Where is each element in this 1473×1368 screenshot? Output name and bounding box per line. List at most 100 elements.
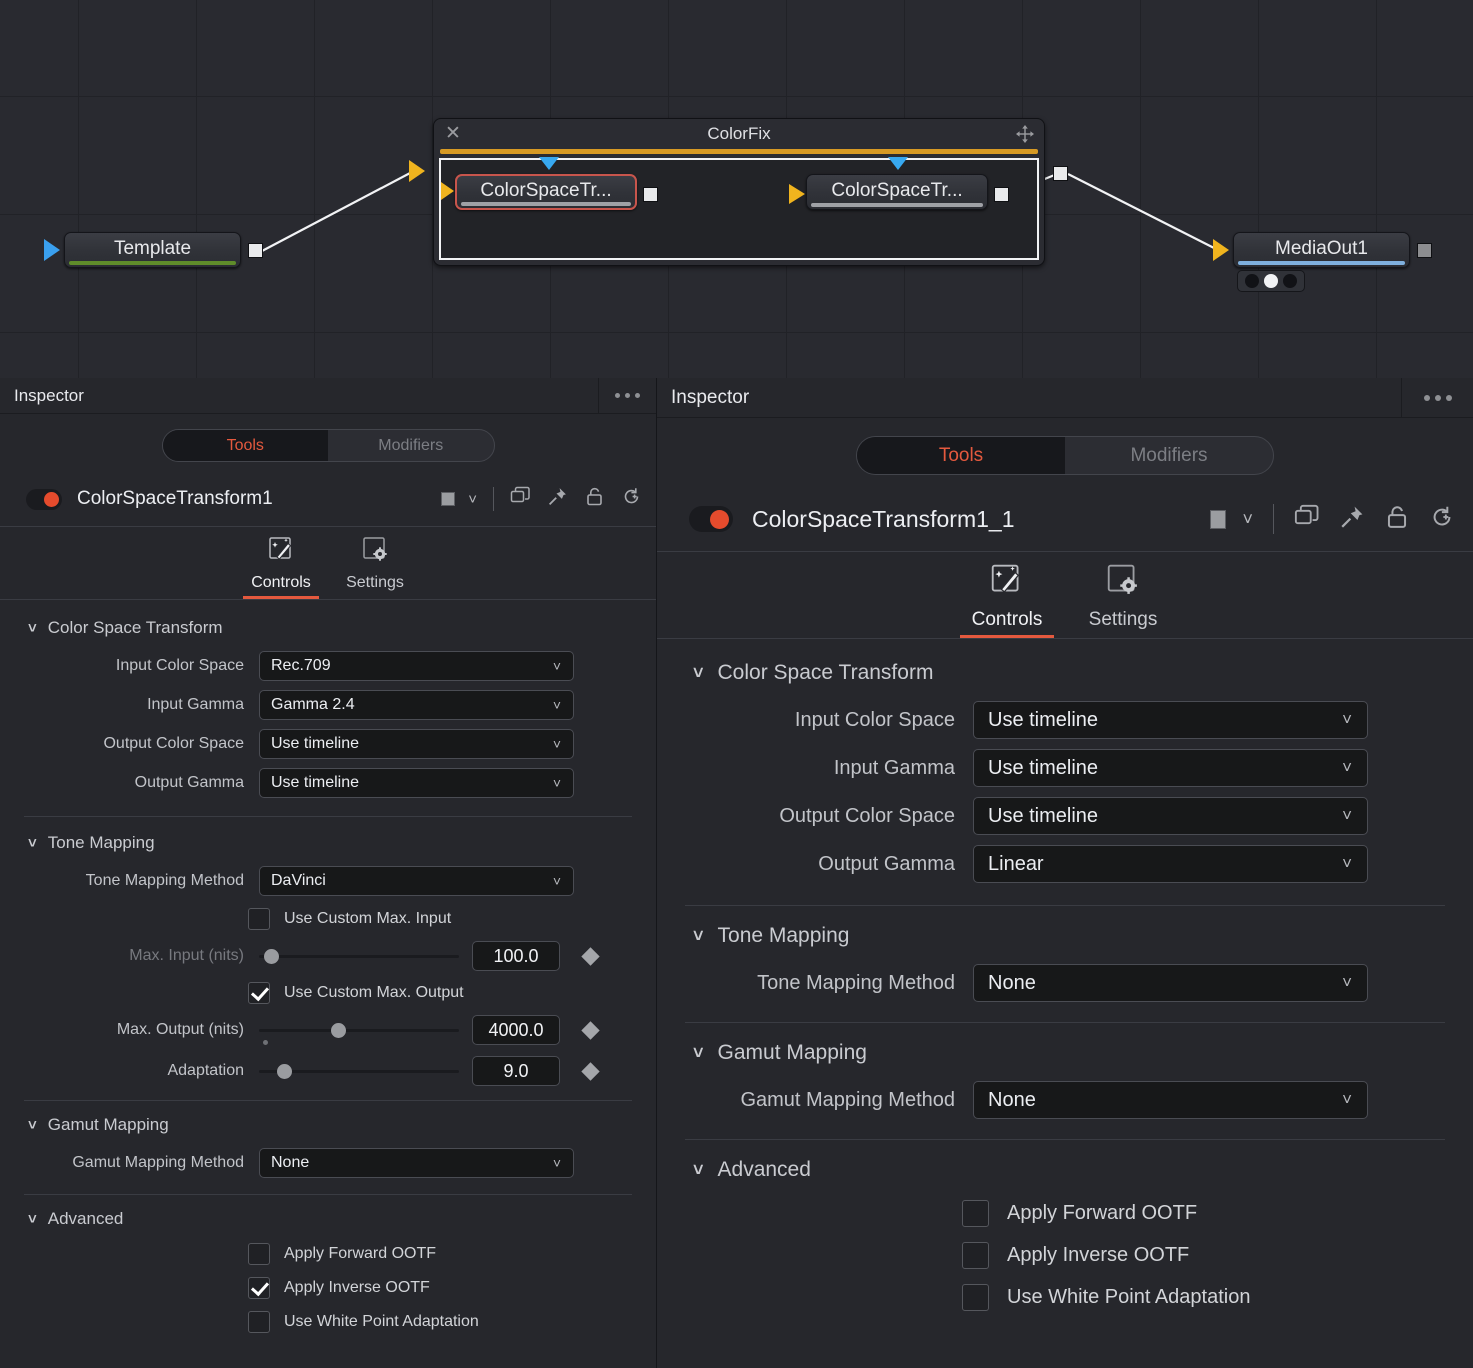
node-colorspacetransform-1[interactable]: ColorSpaceTr... bbox=[455, 174, 637, 210]
mediaout-input-arrow[interactable] bbox=[1213, 239, 1229, 261]
output-color-space-dropdown[interactable]: Use timeline ˅ bbox=[973, 797, 1368, 835]
input-gamma-dropdown[interactable]: Use timeline ˅ bbox=[973, 749, 1368, 787]
node-mediaout1[interactable]: MediaOut1 bbox=[1233, 232, 1410, 268]
slider-knob[interactable] bbox=[277, 1064, 292, 1079]
ellipsis-icon[interactable] bbox=[1401, 378, 1473, 417]
pin-icon[interactable] bbox=[1339, 504, 1365, 535]
input-color-space-dropdown[interactable]: Rec.709 ˅ bbox=[259, 651, 574, 681]
chevron-down-icon[interactable]: ˅ bbox=[28, 1117, 37, 1134]
chevron-down-icon[interactable]: ˅ bbox=[28, 835, 37, 852]
checkbox-box[interactable] bbox=[962, 1200, 989, 1227]
tab-modifiers[interactable]: Modifiers bbox=[328, 430, 494, 461]
keyframe-diamond-icon[interactable] bbox=[581, 1020, 600, 1040]
chevron-down-icon[interactable]: ˅ bbox=[693, 663, 704, 684]
checkbox-box[interactable] bbox=[248, 982, 270, 1004]
checkbox-box[interactable] bbox=[248, 1277, 270, 1299]
group-output-connector[interactable] bbox=[1053, 166, 1068, 181]
color-swatch-icon[interactable] bbox=[441, 492, 456, 506]
gamut-mapping-method-dropdown[interactable]: None ˅ bbox=[973, 1081, 1368, 1119]
max-input-value-field[interactable]: 100.0 bbox=[472, 941, 560, 971]
slider-knob[interactable] bbox=[331, 1023, 346, 1038]
version-dot-1[interactable] bbox=[1245, 274, 1260, 288]
duplicate-icon[interactable] bbox=[1294, 504, 1320, 535]
checkbox-apply-forward-ootf[interactable]: Apply Forward OOTF bbox=[0, 1243, 656, 1265]
output-gamma-dropdown[interactable]: Use timeline ˅ bbox=[259, 768, 574, 798]
tone-mapping-method-dropdown[interactable]: DaVinci ˅ bbox=[259, 866, 574, 896]
unlock-icon[interactable] bbox=[584, 486, 605, 512]
chevron-down-icon[interactable]: ˅ bbox=[693, 926, 704, 947]
adaptation-slider[interactable] bbox=[259, 1059, 459, 1083]
node-enable-toggle[interactable] bbox=[26, 488, 62, 510]
template-output-connector[interactable] bbox=[248, 243, 263, 258]
ellipsis-icon[interactable] bbox=[598, 378, 656, 413]
checkbox-apply-forward-ootf[interactable]: Apply Forward OOTF bbox=[657, 1200, 1473, 1227]
checkbox-box[interactable] bbox=[248, 908, 270, 930]
template-input-arrow[interactable] bbox=[44, 239, 60, 261]
input-color-space-dropdown[interactable]: Use timeline ˅ bbox=[973, 701, 1368, 739]
version-dot-3[interactable] bbox=[1282, 274, 1297, 288]
cst2-output-connector[interactable] bbox=[994, 187, 1009, 202]
chevron-down-icon[interactable]: ˅ bbox=[693, 1160, 704, 1181]
tab-tools[interactable]: Tools bbox=[857, 437, 1065, 474]
chevron-down-icon[interactable]: ˅ bbox=[28, 620, 37, 637]
adaptation-value-field[interactable]: 9.0 bbox=[472, 1056, 560, 1086]
tab-controls[interactable]: Controls bbox=[954, 562, 1060, 638]
checkbox-use-custom-max-input[interactable]: Use Custom Max. Input bbox=[0, 908, 656, 930]
group-title-bar[interactable]: ✕ ColorFix bbox=[434, 119, 1044, 148]
section-gamut-mapping[interactable]: ˅ Gamut Mapping bbox=[693, 1041, 1473, 1065]
node-colorspacetransform-2[interactable]: ColorSpaceTr... bbox=[806, 174, 988, 210]
output-gamma-dropdown[interactable]: Linear ˅ bbox=[973, 845, 1368, 883]
section-tone-mapping[interactable]: ˅ Tone Mapping bbox=[693, 924, 1473, 948]
chevron-down-icon[interactable]: ˅ bbox=[28, 1211, 37, 1228]
section-gamut-mapping[interactable]: ˅ Gamut Mapping bbox=[28, 1115, 656, 1135]
pin-icon[interactable] bbox=[547, 486, 568, 512]
input-gamma-dropdown[interactable]: Gamma 2.4 ˅ bbox=[259, 690, 574, 720]
mediaout-version-dots[interactable] bbox=[1237, 270, 1305, 292]
mediaout-output-connector[interactable] bbox=[1417, 243, 1432, 258]
max-output-slider[interactable] bbox=[259, 1018, 459, 1045]
reset-version-icon[interactable] bbox=[621, 486, 642, 512]
group-input-arrow[interactable] bbox=[409, 160, 425, 182]
slider-knob[interactable] bbox=[264, 949, 279, 964]
checkbox-use-custom-max-output[interactable]: Use Custom Max. Output bbox=[0, 982, 656, 1004]
keyframe-diamond-icon[interactable] bbox=[581, 946, 600, 966]
cst1-output-connector[interactable] bbox=[643, 187, 658, 202]
move-crosshair-icon[interactable] bbox=[1015, 124, 1035, 144]
section-color-space-transform[interactable]: ˅ Color Space Transform bbox=[28, 618, 656, 638]
reset-version-icon[interactable] bbox=[1429, 504, 1455, 535]
chevron-down-icon[interactable]: ˅ bbox=[468, 491, 477, 508]
checkbox-apply-inverse-ootf[interactable]: Apply Inverse OOTF bbox=[0, 1277, 656, 1299]
checkbox-apply-inverse-ootf[interactable]: Apply Inverse OOTF bbox=[657, 1242, 1473, 1269]
chevron-down-icon[interactable]: ˅ bbox=[693, 1043, 704, 1064]
section-tone-mapping[interactable]: ˅ Tone Mapping bbox=[28, 833, 656, 853]
version-dot-2-active[interactable] bbox=[1263, 274, 1278, 288]
output-color-space-dropdown[interactable]: Use timeline ˅ bbox=[259, 729, 574, 759]
section-advanced[interactable]: ˅ Advanced bbox=[28, 1209, 656, 1229]
chevron-down-icon[interactable]: ˅ bbox=[1242, 509, 1253, 530]
gamut-mapping-method-dropdown[interactable]: None ˅ bbox=[259, 1148, 574, 1178]
checkbox-box[interactable] bbox=[248, 1243, 270, 1265]
checkbox-box[interactable] bbox=[962, 1284, 989, 1311]
node-enable-toggle[interactable] bbox=[689, 506, 733, 532]
unlock-icon[interactable] bbox=[1384, 504, 1410, 535]
tab-controls[interactable]: Controls bbox=[238, 535, 324, 599]
keyframe-diamond-icon[interactable] bbox=[581, 1061, 600, 1081]
cst1-input-arrow[interactable] bbox=[441, 182, 454, 200]
tab-modifiers[interactable]: Modifiers bbox=[1065, 437, 1273, 474]
checkbox-box[interactable] bbox=[248, 1311, 270, 1333]
close-icon[interactable]: ✕ bbox=[444, 124, 462, 143]
section-color-space-transform[interactable]: ˅ Color Space Transform bbox=[693, 661, 1473, 685]
max-input-slider[interactable] bbox=[259, 944, 459, 968]
tab-settings[interactable]: Settings bbox=[1070, 562, 1176, 638]
color-swatch-icon[interactable] bbox=[1210, 509, 1227, 529]
max-output-value-field[interactable]: 4000.0 bbox=[472, 1015, 560, 1045]
tab-tools[interactable]: Tools bbox=[162, 430, 328, 461]
node-template[interactable]: Template bbox=[64, 232, 241, 268]
section-advanced[interactable]: ˅ Advanced bbox=[693, 1158, 1473, 1182]
checkbox-use-white-point-adaptation[interactable]: Use White Point Adaptation bbox=[657, 1284, 1473, 1311]
duplicate-icon[interactable] bbox=[510, 486, 531, 512]
tone-mapping-method-dropdown[interactable]: None ˅ bbox=[973, 964, 1368, 1002]
tab-settings[interactable]: Settings bbox=[332, 535, 418, 599]
node-graph-canvas[interactable]: Template ✕ ColorFix ColorSpaceTr... Colo… bbox=[0, 0, 1473, 378]
checkbox-use-white-point-adaptation[interactable]: Use White Point Adaptation bbox=[0, 1311, 656, 1333]
